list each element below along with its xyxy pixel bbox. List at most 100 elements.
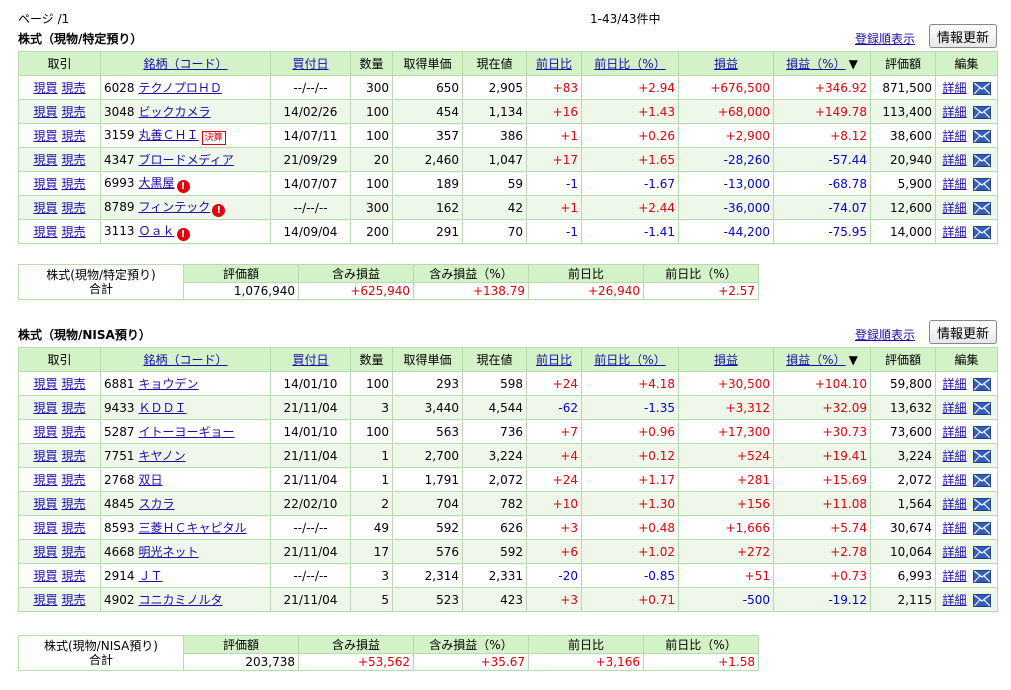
mail-icon[interactable] [972,546,991,559]
sell-link[interactable]: 現売 [62,129,86,143]
sell-link[interactable]: 現売 [62,545,86,559]
warning-icon[interactable]: ! [212,204,226,217]
sell-link[interactable]: 現売 [62,425,86,439]
detail-link[interactable]: 詳細 [942,129,966,143]
mail-icon[interactable] [972,594,991,607]
stock-name-link[interactable]: フィンテック [139,200,211,214]
column-header[interactable]: 前日比（%） [581,347,679,372]
stock-name-link[interactable]: テクノプロＨＤ [139,81,222,95]
sell-link[interactable]: 現売 [62,449,86,463]
buy-link[interactable]: 現買 [33,81,57,95]
buy-link[interactable]: 現買 [33,473,57,487]
buy-link[interactable]: 現買 [33,521,57,535]
detail-link[interactable]: 詳細 [942,593,966,607]
sell-link[interactable]: 現売 [62,201,86,215]
mail-icon[interactable] [972,474,991,487]
column-header[interactable]: 銘柄（コード） [100,51,271,76]
stock-name-link[interactable]: 明光ネット [139,545,199,559]
mail-icon[interactable] [972,402,991,415]
detail-link[interactable]: 詳細 [942,473,966,487]
mail-icon[interactable] [972,154,991,167]
buy-link[interactable]: 現買 [33,545,57,559]
stock-name-link[interactable]: コニカミノルタ [139,593,223,607]
sell-link[interactable]: 現売 [62,81,86,95]
stock-name-link[interactable]: 三菱ＨＣキャピタル [139,521,247,535]
stock-name-link[interactable]: ＫＤＤＩ [139,401,187,415]
buy-link[interactable]: 現買 [33,225,57,239]
sell-link[interactable]: 現売 [62,593,86,607]
column-header[interactable]: 損益（%） ▼ [773,347,871,372]
buy-link[interactable]: 現買 [33,569,57,583]
mail-icon[interactable] [972,202,991,215]
column-header[interactable]: 買付日 [270,347,351,372]
refresh-button[interactable]: 情報更新 [929,320,997,344]
stock-name-link[interactable]: ブロードメディア [139,153,234,167]
buy-link[interactable]: 現買 [33,449,57,463]
sell-link[interactable]: 現売 [62,177,86,191]
detail-link[interactable]: 詳細 [942,225,966,239]
mail-icon[interactable] [972,450,991,463]
registration-order-link[interactable]: 登録順表示 [855,30,915,47]
mail-icon[interactable] [972,498,991,511]
mail-icon[interactable] [972,106,991,119]
column-header[interactable]: 銘柄（コード） [100,347,271,372]
sell-link[interactable]: 現売 [62,225,86,239]
column-header[interactable]: 損益 [678,347,774,372]
stock-name-link[interactable]: 双日 [139,473,163,487]
sell-link[interactable]: 現売 [62,569,86,583]
stock-name-link[interactable]: 丸善ＣＨＩ [139,128,199,142]
column-header[interactable]: 損益 [678,51,774,76]
detail-link[interactable]: 詳細 [942,545,966,559]
buy-link[interactable]: 現買 [33,425,57,439]
detail-link[interactable]: 詳細 [942,201,966,215]
sell-link[interactable]: 現売 [62,521,86,535]
buy-link[interactable]: 現買 [33,377,57,391]
refresh-button[interactable]: 情報更新 [929,24,997,48]
sell-link[interactable]: 現売 [62,153,86,167]
detail-link[interactable]: 詳細 [942,105,966,119]
mail-icon[interactable] [972,426,991,439]
buy-link[interactable]: 現買 [33,201,57,215]
sell-link[interactable]: 現売 [62,105,86,119]
column-header[interactable]: 前日比 [526,51,582,76]
registration-order-link[interactable]: 登録順表示 [855,326,915,343]
mail-icon[interactable] [972,130,991,143]
buy-link[interactable]: 現買 [33,153,57,167]
mail-icon[interactable] [972,82,991,95]
mail-icon[interactable] [972,178,991,191]
detail-link[interactable]: 詳細 [942,401,966,415]
mail-icon[interactable] [972,226,991,239]
stock-name-link[interactable]: 大黒屋 [139,176,175,190]
sell-link[interactable]: 現売 [62,473,86,487]
detail-link[interactable]: 詳細 [942,177,966,191]
column-header[interactable]: 前日比（%） [581,51,679,76]
detail-link[interactable]: 詳細 [942,81,966,95]
detail-link[interactable]: 詳細 [942,521,966,535]
stock-name-link[interactable]: ビックカメラ [139,105,211,119]
detail-link[interactable]: 詳細 [942,569,966,583]
warning-icon[interactable]: ! [176,228,190,241]
sell-link[interactable]: 現売 [62,497,86,511]
sell-link[interactable]: 現売 [62,401,86,415]
detail-link[interactable]: 詳細 [942,377,966,391]
column-header[interactable]: 損益（%） ▼ [773,51,871,76]
sell-link[interactable]: 現売 [62,377,86,391]
stock-name-link[interactable]: ＪＴ [139,569,163,583]
detail-link[interactable]: 詳細 [942,425,966,439]
buy-link[interactable]: 現買 [33,401,57,415]
stock-name-link[interactable]: キョウデン [139,377,199,391]
stock-name-link[interactable]: スカラ [139,497,175,511]
buy-link[interactable]: 現買 [33,129,57,143]
detail-link[interactable]: 詳細 [942,153,966,167]
detail-link[interactable]: 詳細 [942,449,966,463]
mail-icon[interactable] [972,522,991,535]
stock-name-link[interactable]: キヤノン [139,449,186,463]
buy-link[interactable]: 現買 [33,105,57,119]
stock-name-link[interactable]: Ｏａｋ [139,224,175,238]
mail-icon[interactable] [972,570,991,583]
buy-link[interactable]: 現買 [33,497,57,511]
mail-icon[interactable] [972,378,991,391]
detail-link[interactable]: 詳細 [942,497,966,511]
warning-icon[interactable]: ! [176,180,190,193]
column-header[interactable]: 前日比 [526,347,582,372]
